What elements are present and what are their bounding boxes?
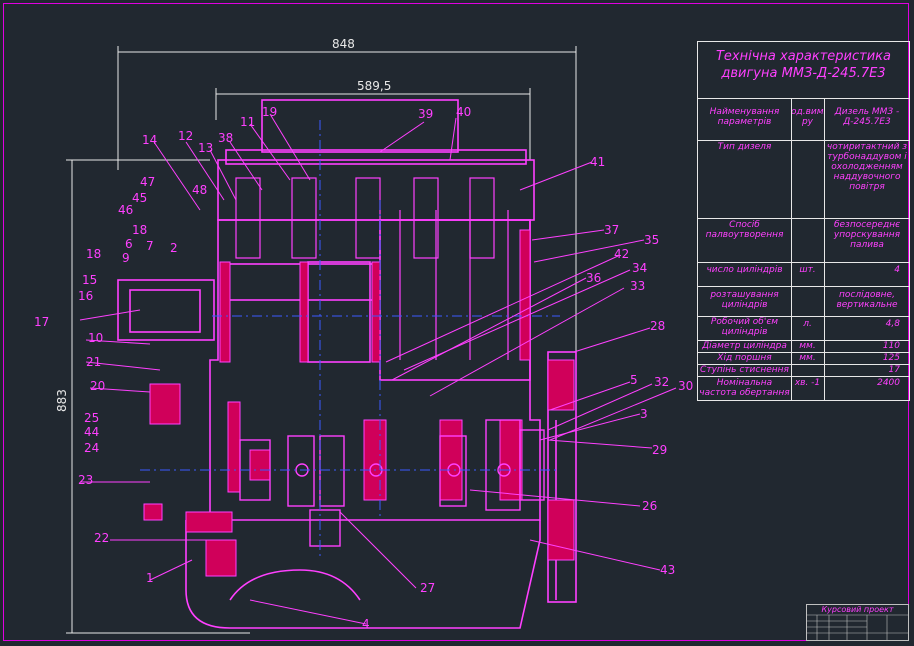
callout-10: 10 bbox=[88, 331, 103, 345]
callout-15: 15 bbox=[82, 273, 97, 287]
callout-25: 25 bbox=[84, 411, 99, 425]
callout-37: 37 bbox=[604, 223, 619, 237]
callout-36: 36 bbox=[586, 271, 601, 285]
callout-5: 5 bbox=[630, 373, 638, 387]
row-param: Спосіб палвоутворення bbox=[705, 220, 784, 240]
callout-29: 29 bbox=[652, 443, 667, 457]
row-param: Номінальна частота обертання bbox=[699, 378, 790, 398]
row-value: 17 bbox=[888, 365, 900, 375]
spec-header-row: Найменування параметрів од.вимі ру Дизел… bbox=[698, 99, 909, 141]
callout-45: 45 bbox=[132, 191, 147, 205]
spec-row: Тип дизеля чотиритактний з турбонаддувом… bbox=[698, 140, 909, 219]
callout-14: 14 bbox=[142, 133, 157, 147]
row-value: 110 bbox=[882, 341, 900, 351]
callout-26: 26 bbox=[642, 499, 657, 513]
callout-12: 12 bbox=[178, 129, 193, 143]
header-unit: од.вимі ру bbox=[791, 107, 824, 127]
row-unit: мм. bbox=[799, 341, 816, 351]
callout-35: 35 bbox=[644, 233, 659, 247]
row-unit: мм. bbox=[799, 353, 816, 363]
spec-row: число циліндрів шт. 4 bbox=[698, 262, 909, 287]
callout-21: 21 bbox=[86, 355, 101, 369]
callout-34: 34 bbox=[632, 261, 647, 275]
row-value: чотиритактний з турбонаддувом і охолодже… bbox=[826, 142, 908, 192]
section-fills bbox=[143, 229, 575, 577]
row-value: 4 bbox=[894, 265, 900, 275]
specification-table: Технічна характеристика двигуна ММЗ-Д-24… bbox=[697, 41, 910, 401]
callout-41: 41 bbox=[590, 155, 605, 169]
row-param: розташування циліндрів bbox=[710, 290, 779, 310]
callout-40: 40 bbox=[456, 105, 471, 119]
row-unit: л. bbox=[803, 319, 812, 329]
callout-19: 19 bbox=[262, 105, 277, 119]
dimension-848: 848 bbox=[332, 37, 355, 51]
callout-labels: 1 2 3 4 5 6 7 9 10 11 12 13 14 15 16 17 … bbox=[34, 105, 693, 631]
callout-28: 28 bbox=[650, 319, 665, 333]
callout-20: 20 bbox=[90, 379, 105, 393]
callout-46: 46 bbox=[118, 203, 133, 217]
row-param: Хід поршня bbox=[717, 353, 772, 363]
title-block-stamp: Курсовий проект bbox=[806, 604, 909, 641]
row-param: Тип дизеля bbox=[717, 142, 772, 152]
row-unit: хв. -1 bbox=[794, 378, 821, 388]
callout-11: 11 bbox=[240, 115, 255, 129]
callout-32: 32 bbox=[654, 375, 669, 389]
stamp-grid bbox=[807, 614, 908, 640]
dimension-883: 883 bbox=[55, 389, 69, 412]
spec-row: Номінальна частота обертання хв. -1 2400 bbox=[698, 376, 909, 400]
callout-43: 43 bbox=[660, 563, 675, 577]
callout-44: 44 bbox=[84, 425, 99, 439]
callout-18-upper: 18 bbox=[132, 223, 147, 237]
spec-title-line1: Технічна характеристика bbox=[715, 49, 891, 64]
callout-1: 1 bbox=[146, 571, 154, 585]
row-param: Ступінь стиснення bbox=[700, 365, 789, 375]
callout-9: 9 bbox=[122, 251, 130, 265]
callout-3: 3 bbox=[640, 407, 648, 421]
callout-7: 7 bbox=[146, 239, 154, 253]
callout-47: 47 bbox=[140, 175, 155, 189]
callout-17: 17 bbox=[34, 315, 49, 329]
leader-lines bbox=[79, 113, 677, 625]
row-value: 4,8 bbox=[885, 319, 900, 329]
callout-4: 4 bbox=[362, 617, 370, 631]
spec-title: Технічна характеристика двигуна ММЗ-Д-24… bbox=[698, 42, 909, 99]
row-value: 125 bbox=[882, 353, 900, 363]
callout-16: 16 bbox=[78, 289, 93, 303]
spec-row: Спосіб палвоутворення безпосереднє упорс… bbox=[698, 218, 909, 263]
callout-23: 23 bbox=[78, 473, 93, 487]
row-value: безпосереднє упорскування палива bbox=[833, 220, 901, 250]
callout-2: 2 bbox=[170, 241, 178, 255]
row-value: 2400 bbox=[877, 378, 900, 388]
header-value: Дизель ММЗ - Д-245.7Е3 bbox=[834, 107, 900, 127]
callout-42: 42 bbox=[614, 247, 629, 261]
engine-block bbox=[117, 99, 577, 629]
callout-33: 33 bbox=[630, 279, 645, 293]
callout-6: 6 bbox=[125, 237, 133, 251]
row-param: Діаметр циліндра bbox=[702, 341, 787, 351]
callout-27: 27 bbox=[420, 581, 435, 595]
header-parameter: Найменування параметрів bbox=[709, 107, 780, 127]
spec-row: розташування циліндрів послідовне, верти… bbox=[698, 286, 909, 317]
callout-30: 30 bbox=[678, 379, 693, 393]
callout-13: 13 bbox=[198, 141, 213, 155]
crankshaft bbox=[239, 419, 545, 547]
callout-48: 48 bbox=[192, 183, 207, 197]
row-param: число циліндрів bbox=[706, 265, 783, 275]
callout-22: 22 bbox=[94, 531, 109, 545]
row-param: Робочий об'єм циліндрів bbox=[710, 317, 779, 337]
callout-38: 38 bbox=[218, 131, 233, 145]
spec-row: Робочий об'єм циліндрів л. 4,8 bbox=[698, 316, 909, 341]
dimension-589-5: 589,5 bbox=[357, 79, 391, 93]
callout-39: 39 bbox=[418, 107, 433, 121]
spec-title-line2: двигуна ММЗ-Д-245.7Е3 bbox=[721, 66, 886, 81]
row-value: послідовне, вертикальне bbox=[836, 290, 898, 310]
callout-24: 24 bbox=[84, 441, 99, 455]
row-unit: шт. bbox=[799, 265, 816, 275]
callout-18-left: 18 bbox=[86, 247, 101, 261]
